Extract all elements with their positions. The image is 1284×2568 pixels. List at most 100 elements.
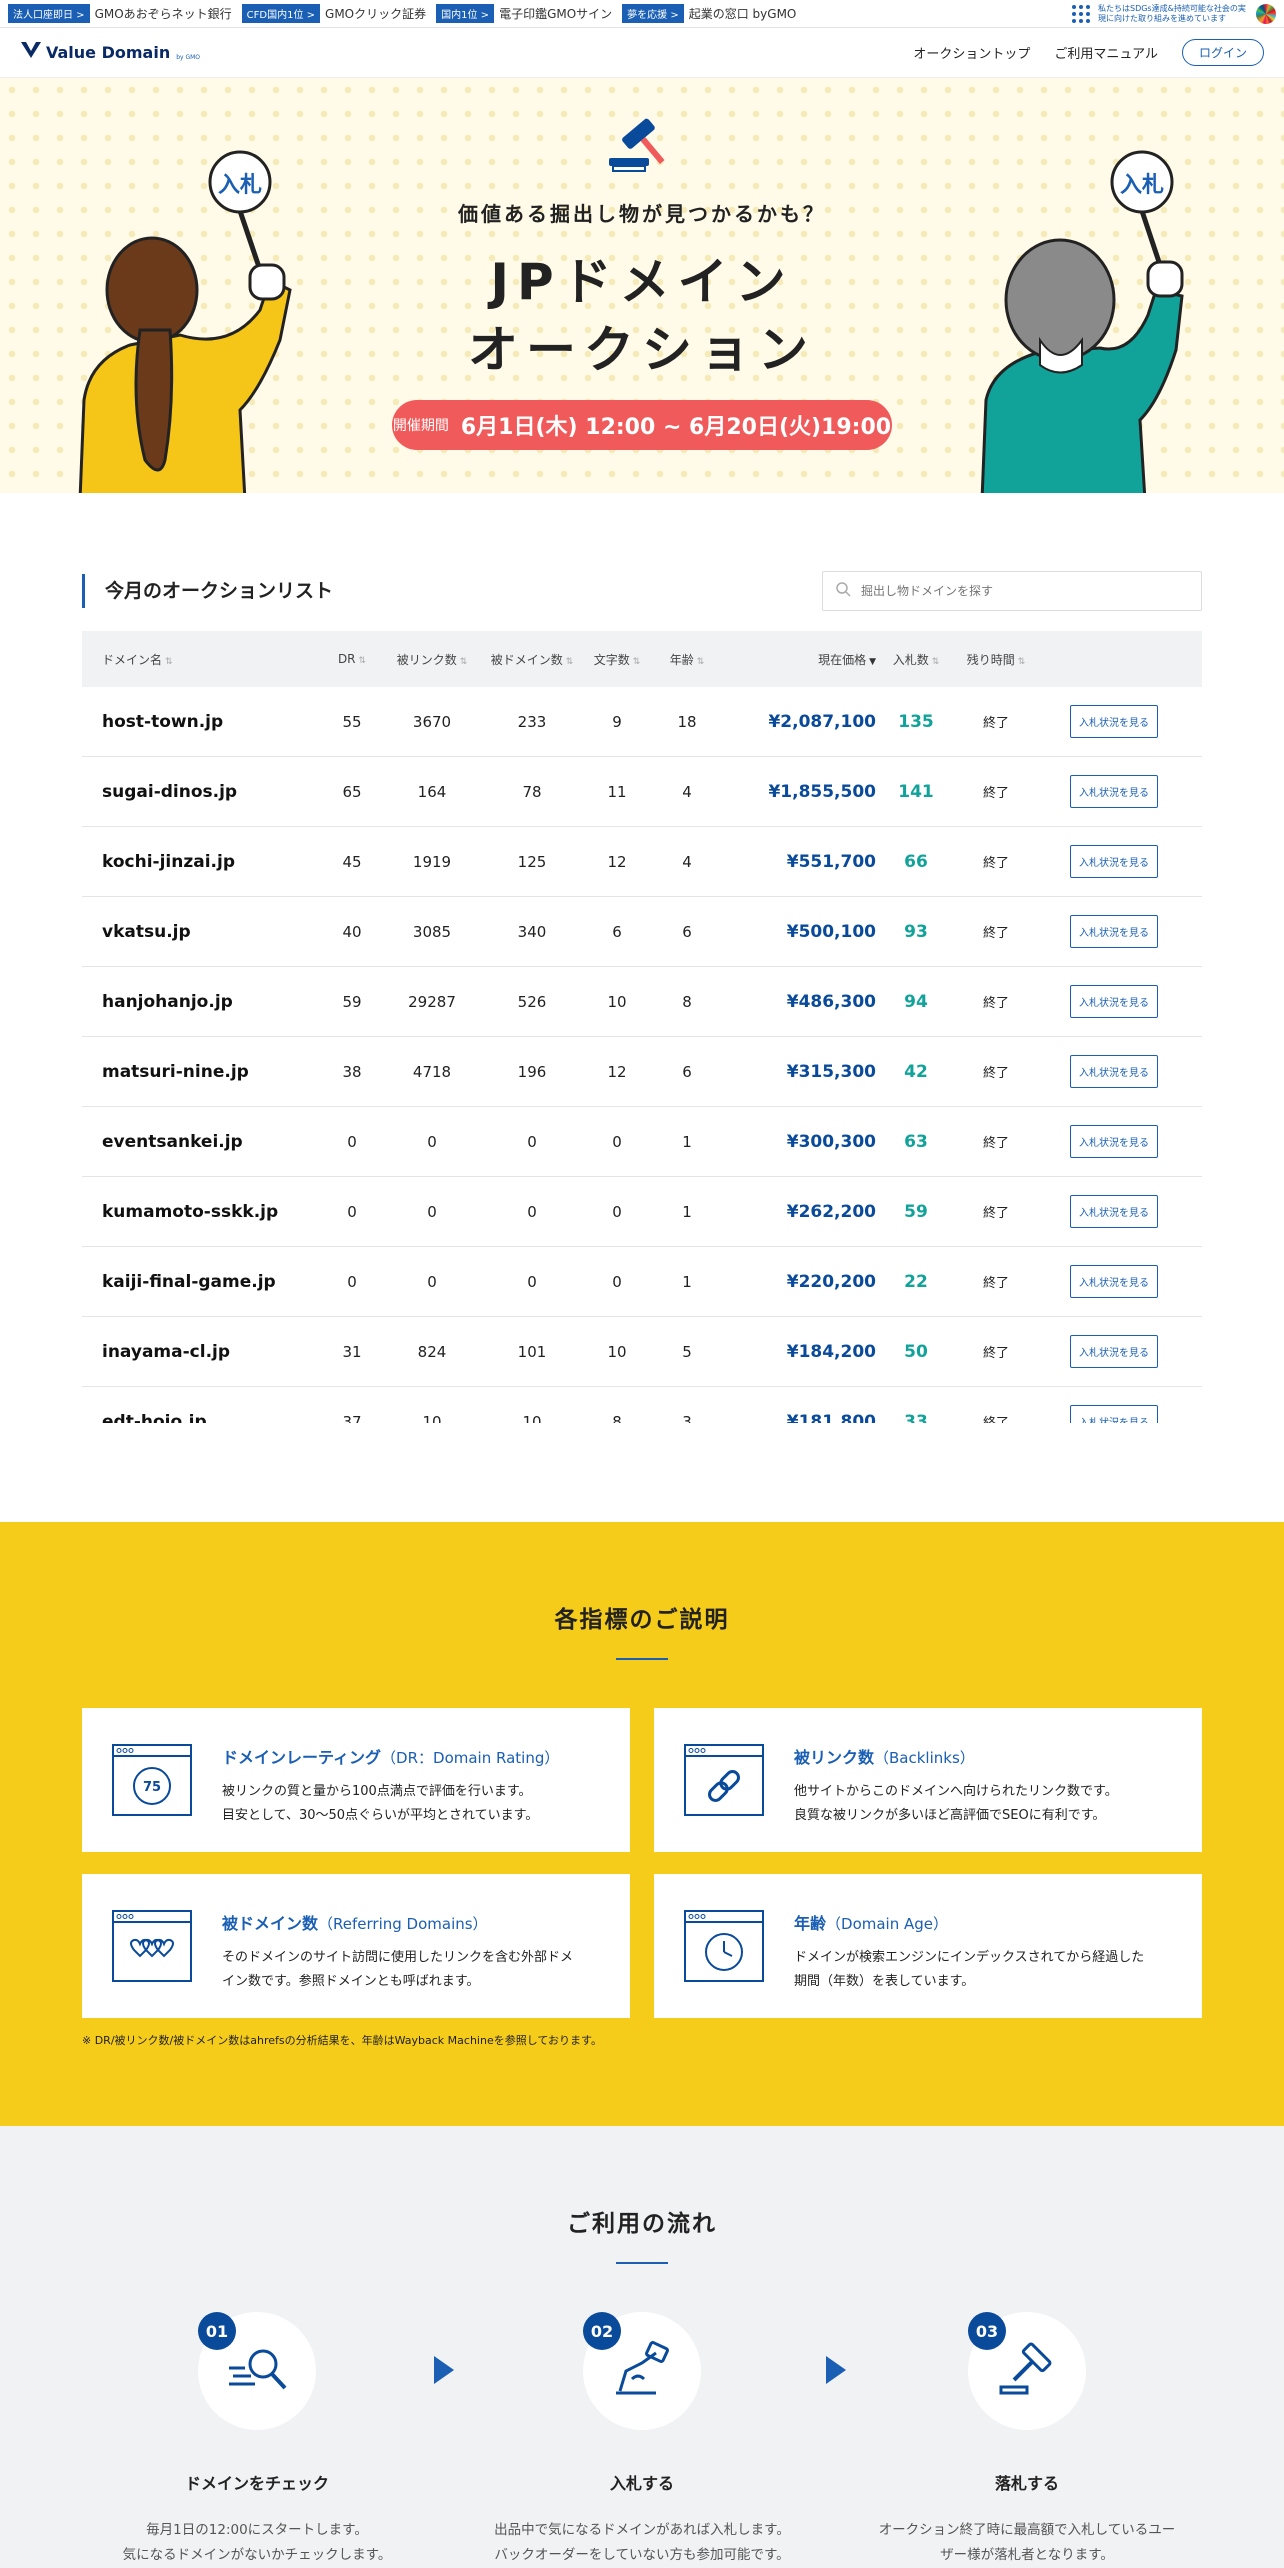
age-value: 1 [682, 1132, 692, 1151]
nav-manual[interactable]: ご利用マニュアル [1054, 43, 1158, 62]
current-price: ¥551,700 [786, 851, 876, 872]
view-bids-button[interactable]: 入札状況を見る [1070, 1265, 1158, 1298]
backlinks-value: 29287 [408, 992, 456, 1011]
card-text-2: 目安として、30〜50点ぐらいが平均とされています。 [222, 1808, 539, 1823]
time-left: 終了 [946, 1412, 1046, 1423]
header-backlinks[interactable]: 被リンク数 ⇅ [382, 651, 482, 668]
time-left: 終了 [982, 1066, 1009, 1081]
search-icon [835, 581, 851, 601]
current-price: ¥300,300 [786, 1131, 876, 1152]
ref-domains-value: 101 [517, 1342, 547, 1361]
table-row: vkatsu.jp 40 3085 340 6 6 ¥500,100 93 終了 入札状況を見る [82, 897, 1202, 967]
age-value: 18 [677, 712, 697, 731]
list-title: 今月のオークションリスト [82, 574, 333, 608]
step-text-1: オークション終了時に最高額で入札しているユー [878, 2522, 1176, 2538]
step-number: 03 [968, 2312, 1006, 2350]
header-domain[interactable]: ドメイン名 ⇅ [82, 651, 322, 668]
hero-title: JPドメイン オークション [0, 248, 1284, 384]
link-icon [684, 1744, 764, 1816]
view-bids-button[interactable]: 入札状況を見る [1070, 1195, 1158, 1228]
bid-count: 50 [904, 1341, 928, 1362]
logo[interactable]: Value Domain by GMO [20, 40, 200, 66]
age-value: 3 [682, 1412, 692, 1424]
current-price: ¥184,200 [786, 1341, 876, 1362]
dr-value: 0 [347, 1132, 357, 1151]
bid-count: 93 [904, 921, 928, 942]
table-row: matsuri-nine.jp 38 4718 196 12 6 ¥315,300 42 終了 入… [82, 1037, 1202, 1107]
time-left: 終了 [982, 926, 1009, 941]
dr-value: 0 [347, 1202, 357, 1221]
promo-link-1[interactable]: CFD国内1位 > GMOクリック証券 [241, 4, 427, 23]
bid-count: 33 [904, 1411, 928, 1424]
step-text-2: 気になるドメインがないかチェックします。 [122, 2547, 392, 2563]
sort-icon: ⇅ [696, 656, 705, 667]
card-title-en: （Referring Domains） [318, 1915, 488, 1933]
ref-domains-value: 0 [527, 1132, 537, 1151]
header-nav: オークショントップ ご利用マニュアル ログイン [913, 39, 1264, 66]
table-row: kaiji-final-game.jp 0 0 0 0 1 ¥220,200 22 終了 入札状況… [82, 1247, 1202, 1317]
sort-icon: ⇅ [459, 656, 468, 667]
promo-text: GMOあおぞらネット銀行 [94, 7, 232, 21]
ref-domains-value: 78 [522, 782, 542, 801]
domain-name: kumamoto-sskk.jp [102, 1201, 279, 1222]
promo-text: GMOクリック証券 [325, 7, 427, 21]
search-input[interactable] [861, 584, 1189, 598]
view-bids-button[interactable]: 入札状況を見る [1070, 1405, 1158, 1423]
login-button[interactable]: ログイン [1181, 39, 1264, 66]
backlinks-value: 3670 [412, 712, 452, 731]
view-bids-button[interactable]: 入札状況を見る [1070, 1335, 1158, 1368]
magnifier-icon [225, 2344, 289, 2398]
current-price: ¥181,800 [786, 1411, 876, 1424]
dr-value: 59 [342, 992, 362, 1011]
view-bids-button[interactable]: 入札状況を見る [1070, 1055, 1158, 1088]
ref-domains-value: 10 [522, 1412, 542, 1424]
time-left: 終了 [982, 856, 1009, 871]
sign-text: 入札 [218, 173, 262, 198]
domain-name: sugai-dinos.jp [102, 781, 238, 802]
time-left: 終了 [982, 1136, 1009, 1151]
header-length[interactable]: 文字数 ⇅ [582, 651, 652, 668]
card-title-en: （Backlinks） [874, 1749, 975, 1767]
promo-tag: 国内1位 > [436, 4, 495, 23]
header-age[interactable]: 年齢 ⇅ [652, 651, 722, 668]
title-underline [616, 1658, 668, 1660]
backlinks-value: 1919 [412, 852, 452, 871]
backlinks-value: 0 [427, 1272, 437, 1291]
header-time[interactable]: 残り時間 ⇅ [946, 651, 1046, 668]
gavel-icon [997, 2341, 1057, 2401]
period-value: 6月1日(木) 12:00 ~ 6月20日(火)19:00 [460, 415, 892, 440]
card-title: ドメインレーティング [222, 1748, 382, 1767]
promo-link-2[interactable]: 国内1位 > 電子印鑑GMOサイン [436, 4, 612, 23]
card-text-1: ドメインが検索エンジンにインデックスされてから経過した [794, 1950, 1145, 1965]
view-bids-button[interactable]: 入札状況を見る [1070, 1125, 1158, 1158]
header-price[interactable]: 現在価格 ▼ [722, 651, 886, 668]
promo-link-3[interactable]: 夢を応援 > 起業の窓口 byGMO [622, 4, 796, 23]
header-bids[interactable]: 入札数 ⇅ [886, 651, 946, 668]
bid-count: 63 [904, 1131, 928, 1152]
header-dr[interactable]: DR ⇅ [322, 652, 382, 666]
step-title: 落札する [994, 2474, 1059, 2493]
length-value: 9 [612, 712, 622, 731]
gmo-services-grid-icon[interactable] [1072, 4, 1090, 23]
view-bids-button[interactable]: 入札状況を見る [1070, 915, 1158, 948]
table-row: inayama-cl.jp 31 824 101 10 5 ¥184,200 50 終了 入札状況… [82, 1317, 1202, 1387]
dr-value: 31 [342, 1342, 362, 1361]
nav-auction-top[interactable]: オークショントップ [913, 43, 1030, 62]
dr-value: 55 [342, 712, 362, 731]
promo-link-0[interactable]: 法人口座即日 > GMOあおぞらネット銀行 [8, 4, 232, 23]
view-bids-button[interactable]: 入札状況を見る [1070, 845, 1158, 878]
header-ref-domains[interactable]: 被ドメイン数 ⇅ [482, 651, 582, 668]
dr-value: 0 [347, 1272, 357, 1291]
current-price: ¥1,855,500 [768, 781, 876, 802]
gavel-icon [605, 110, 679, 180]
clock-icon [684, 1910, 764, 1982]
domain-name: hanjohanjo.jp [102, 991, 233, 1012]
sdg-wheel-icon[interactable] [1256, 3, 1276, 24]
view-bids-button[interactable]: 入札状況を見る [1070, 985, 1158, 1018]
ref-domains-value: 340 [517, 922, 547, 941]
length-value: 12 [607, 852, 627, 871]
domain-name: kaiji-final-game.jp [102, 1271, 276, 1292]
domain-search[interactable] [822, 571, 1202, 611]
view-bids-button[interactable]: 入札状況を見る [1070, 705, 1158, 738]
view-bids-button[interactable]: 入札状況を見る [1070, 775, 1158, 808]
